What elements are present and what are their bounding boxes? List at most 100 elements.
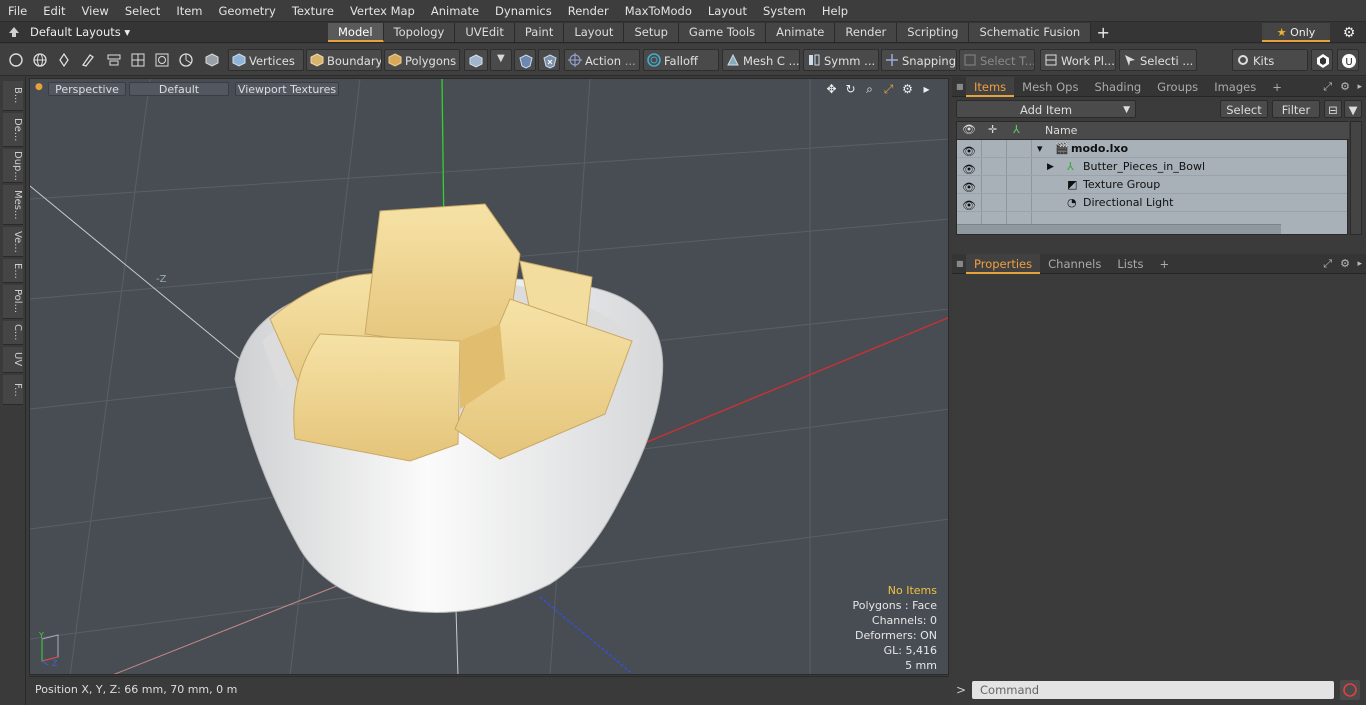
symmetry-shield-icon[interactable]: [514, 49, 536, 71]
shield-x-icon[interactable]: [538, 49, 560, 71]
select-mode-icon[interactable]: [5, 49, 27, 71]
gear-icon[interactable]: ⚙: [1340, 24, 1358, 42]
tab-schematic-fusion[interactable]: Schematic Fusion: [969, 23, 1092, 42]
maximize-icon[interactable]: ⤢: [879, 82, 898, 97]
zoom-view-icon[interactable]: ⌕: [860, 82, 879, 97]
work-plane-button[interactable]: Work Pl...: [1040, 49, 1116, 71]
tab-paint[interactable]: Paint: [514, 23, 565, 42]
collapse-icon[interactable]: ⊟: [1324, 100, 1342, 118]
list-item[interactable]: 👁 ▾ 🎬 modo.lxo: [957, 140, 1347, 158]
add-tab-button[interactable]: +: [1091, 23, 1115, 42]
horizontal-scrollbar[interactable]: [957, 224, 1281, 234]
viewport-textures-button[interactable]: Viewport Textures: [235, 82, 339, 96]
default-layouts-dropdown[interactable]: Default Layouts ▾: [30, 22, 130, 43]
strip-tab-duplicate[interactable]: Dup...: [3, 149, 23, 183]
strip-tab-curve[interactable]: C...: [3, 321, 23, 345]
strip-tab-fusion[interactable]: F...: [3, 375, 23, 405]
item-mode-icon[interactable]: [201, 49, 223, 71]
brush-icon[interactable]: [77, 49, 99, 71]
menu-view[interactable]: View: [74, 0, 117, 22]
strip-tab-edge[interactable]: E...: [3, 259, 23, 283]
tab-items[interactable]: Items: [966, 76, 1015, 97]
mode-dropdown[interactable]: ▼: [490, 49, 512, 71]
action-center-button[interactable]: Action ...: [564, 49, 640, 71]
funnel-icon[interactable]: ▼: [1344, 100, 1362, 118]
grid-icon[interactable]: [127, 49, 149, 71]
strip-tab-deform[interactable]: De...: [3, 113, 23, 147]
snapping-button[interactable]: Snapping: [881, 49, 957, 71]
menu-vertex-map[interactable]: Vertex Map: [342, 0, 423, 22]
only-toggle[interactable]: ★ Only: [1262, 23, 1330, 42]
add-panel-tab-button[interactable]: +: [1264, 77, 1290, 97]
panel-gear-icon[interactable]: ⚙: [1340, 257, 1350, 270]
menu-animate[interactable]: Animate: [423, 0, 487, 22]
perspective-button[interactable]: Perspective: [48, 82, 126, 96]
pen-icon[interactable]: [53, 49, 75, 71]
unity-icon[interactable]: [1311, 49, 1333, 71]
tab-topology[interactable]: Topology: [383, 23, 456, 42]
tab-groups[interactable]: Groups: [1149, 77, 1206, 97]
add-item-dropdown[interactable]: Add Item ▼: [956, 100, 1136, 118]
viewport-gear-icon[interactable]: ⚙: [898, 82, 917, 96]
menu-select[interactable]: Select: [117, 0, 168, 22]
menu-texture[interactable]: Texture: [284, 0, 342, 22]
command-input[interactable]: Command: [972, 681, 1334, 699]
menu-file[interactable]: File: [0, 0, 35, 22]
menu-item[interactable]: Item: [168, 0, 210, 22]
tab-channels[interactable]: Channels: [1040, 254, 1109, 274]
align-icon[interactable]: [103, 49, 125, 71]
falloff-button[interactable]: Falloff: [643, 49, 719, 71]
mesh-constraint-button[interactable]: Mesh C ...: [722, 49, 800, 71]
rotate-view-icon[interactable]: ↻: [841, 82, 860, 96]
menu-system[interactable]: System: [755, 0, 814, 22]
polygons-button[interactable]: Polygons: [384, 49, 460, 71]
move-view-icon[interactable]: ✥: [822, 82, 841, 96]
layout-up-icon[interactable]: [8, 26, 20, 38]
menu-help[interactable]: Help: [814, 0, 856, 22]
kits-button[interactable]: Kits: [1232, 49, 1308, 71]
type-column-icon[interactable]: ⅄: [1013, 123, 1020, 136]
pie-icon[interactable]: [175, 49, 197, 71]
tab-setup[interactable]: Setup: [624, 23, 679, 42]
viewport-menu-dot-icon[interactable]: ●: [35, 82, 43, 92]
panel-gear-icon[interactable]: ⚙: [1340, 80, 1350, 93]
selection-sets-button[interactable]: Selecti ...: [1119, 49, 1197, 71]
panel-menu-icon[interactable]: ■: [952, 82, 966, 91]
panel-arrow-icon[interactable]: ▸: [1357, 82, 1362, 92]
tab-lists[interactable]: Lists: [1109, 254, 1151, 274]
filter-button[interactable]: Filter: [1272, 100, 1320, 118]
3d-viewport[interactable]: -Z ● Perspective Default Viewport Textur…: [29, 78, 949, 675]
list-item[interactable]: 👁 ▶ ⅄ Butter_Pieces_in_Bowl: [957, 158, 1347, 176]
globe-icon[interactable]: [29, 49, 51, 71]
vertical-scrollbar[interactable]: [1350, 121, 1362, 235]
strip-tab-uv[interactable]: UV: [3, 347, 23, 373]
tab-model[interactable]: Model: [328, 23, 384, 42]
symmetry-button[interactable]: Symm ...: [803, 49, 879, 71]
shading-default-button[interactable]: Default: [129, 82, 229, 96]
panel-expand-icon[interactable]: ⤢: [1323, 80, 1332, 94]
boundary-button[interactable]: Boundary: [306, 49, 382, 71]
add-panel-tab-button[interactable]: +: [1151, 254, 1177, 274]
menu-geometry[interactable]: Geometry: [211, 0, 284, 22]
unreal-icon[interactable]: U: [1337, 49, 1359, 71]
tab-mesh-ops[interactable]: Mesh Ops: [1014, 77, 1086, 97]
tab-scripting[interactable]: Scripting: [897, 23, 970, 42]
strip-tab-polygon[interactable]: Pol...: [3, 285, 23, 319]
circle-square-icon[interactable]: [151, 49, 173, 71]
menu-dynamics[interactable]: Dynamics: [487, 0, 560, 22]
vertices-button[interactable]: Vertices: [228, 49, 304, 71]
tab-images[interactable]: Images: [1206, 77, 1264, 97]
name-column-header[interactable]: Name: [1045, 124, 1077, 137]
list-item[interactable]: 👁 ◩ Texture Group: [957, 176, 1347, 194]
strip-tab-mesh[interactable]: Mes...: [3, 185, 23, 225]
tab-render[interactable]: Render: [835, 23, 898, 42]
expand-arrow-icon[interactable]: ▾: [1037, 140, 1043, 158]
viewport-arrow-icon[interactable]: ▸: [917, 82, 936, 96]
record-icon[interactable]: [1340, 680, 1360, 700]
tab-properties[interactable]: Properties: [966, 253, 1041, 274]
strip-tab-basic[interactable]: B...: [3, 81, 23, 111]
menu-layout[interactable]: Layout: [700, 0, 755, 22]
tab-animate[interactable]: Animate: [766, 23, 836, 42]
expand-arrow-icon[interactable]: ▶: [1047, 158, 1054, 176]
panel-expand-icon[interactable]: ⤢: [1323, 257, 1332, 271]
